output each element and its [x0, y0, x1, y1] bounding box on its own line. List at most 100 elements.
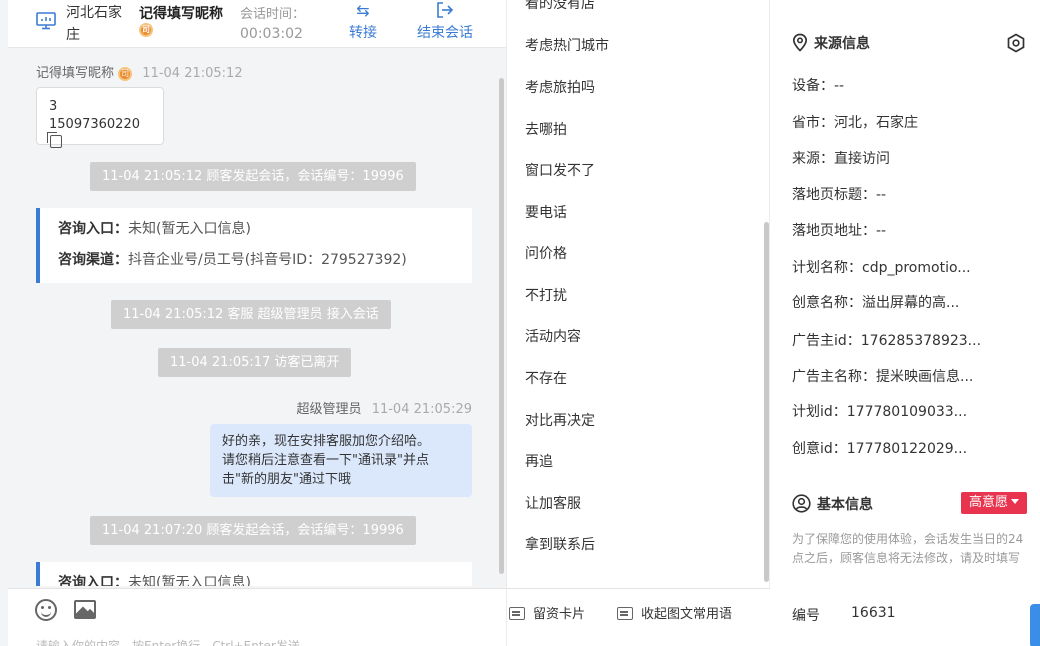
- message-text: 3: [49, 99, 58, 114]
- system-message: 11-04 21:05:12 顾客发起会话，会话编号：19996: [90, 162, 416, 191]
- quick-phrase-item[interactable]: 问价格: [525, 244, 567, 264]
- edit-hint: 为了保障您的使用体验，会话发生当日的24点之后，顾客信息将无法修改，请及时填写: [792, 532, 1024, 565]
- emoji-icon[interactable]: [35, 599, 57, 621]
- floating-side-tab[interactable]: [1030, 604, 1040, 646]
- location-pin-icon: [792, 33, 808, 52]
- consult-entry-row: 咨询入口：未知(暂无入口信息): [58, 214, 454, 245]
- quick-phrase-item[interactable]: 再追: [525, 452, 553, 472]
- monitor-icon: [36, 12, 56, 30]
- advertiser-name-field: 广告主名称：提米映画信息...: [792, 369, 974, 385]
- province-city-field: 省市：河北，石家庄: [792, 115, 918, 131]
- message-input[interactable]: 请输入你的内容，按Enter换行，Ctrl+Enter发送: [36, 637, 300, 646]
- quick-phrase-item[interactable]: 不打扰: [525, 286, 567, 306]
- card-icon: [509, 607, 525, 620]
- transfer-button[interactable]: ⇆ 转接: [344, 0, 382, 46]
- visitor-message-meta: 记得填写昵称 司 11-04 21:05:12: [36, 62, 243, 81]
- quick-phrase-panel: 看的没有店考虑热门城市 考虑旅拍吗去哪拍窗口发不了要电话问价格不打扰活动内容不存在…: [506, 0, 771, 646]
- message-scrollbar[interactable]: [499, 78, 504, 574]
- intent-level-dropdown[interactable]: 高意愿: [961, 492, 1027, 514]
- consult-info-card: 咨询入口：未知(暂无入口信息) 咨询渠道：抖音企业号/员工号(抖音号ID：279…: [36, 208, 472, 283]
- visitor-name: 记得填写昵称: [36, 66, 115, 81]
- quick-phrase-item[interactable]: 去哪拍: [525, 120, 567, 140]
- advertiser-id-field: 广告主id：176285378923...: [792, 333, 982, 349]
- transfer-icon: ⇆: [356, 1, 370, 20]
- quick-phrase-item[interactable]: 不存在: [525, 369, 567, 389]
- system-message: 11-04 21:05:12 客服 超级管理员 接入会话: [111, 300, 391, 329]
- collapse-phrases-label: 收起图文常用语: [641, 607, 733, 622]
- session-time: 00:03:02: [240, 26, 303, 42]
- system-message: 11-04 21:05:17 访客已离开: [158, 348, 352, 377]
- consult-channel-value: 抖音企业号/员工号(抖音号ID：279527392): [128, 252, 407, 268]
- chat-panel: 河北石家庄 记得填写昵称 司 会话时间： 00:03:02 ⇆ 转接 结束会话 …: [8, 0, 506, 646]
- source-field: 来源：直接访问: [792, 151, 890, 167]
- consult-channel-row: 咨询渠道：抖音企业号/员工号(抖音号ID：279527392): [58, 245, 454, 276]
- basic-info-title-text: 基本信息: [817, 497, 873, 513]
- chat-input-area: 请输入你的内容，按Enter换行，Ctrl+Enter发送: [8, 588, 506, 646]
- consult-entry-value: 未知(暂无入口信息): [128, 221, 251, 237]
- quick-phrase-item[interactable]: 对比再决定: [525, 411, 595, 431]
- lead-card-label: 留资卡片: [533, 607, 586, 622]
- copy-icon[interactable]: [47, 132, 62, 148]
- transfer-label: 转接: [349, 25, 377, 41]
- message-list[interactable]: 记得填写昵称 司 11-04 21:05:12 3 15097360220 11…: [8, 48, 506, 586]
- message-timestamp: 11-04 21:05:12: [142, 66, 243, 81]
- quick-phrase-item[interactable]: 窗口发不了: [525, 161, 595, 181]
- quick-phrase-item[interactable]: 考虑热门城市: [525, 36, 609, 56]
- visitor-nickname-text: 记得填写昵称: [139, 6, 223, 22]
- phrase-footer: 留资卡片 收起图文常用语: [507, 588, 771, 646]
- landing-title-field: 落地页标题：--: [792, 187, 887, 203]
- vip-badge-icon: 司: [139, 23, 153, 37]
- message-text: 15097360220: [47, 116, 151, 152]
- customer-info-panel: 来源信息 设备：-- 省市：河北，石家庄 来源：直接访问 落地页标题：-- 落地…: [770, 0, 1040, 646]
- caret-down-icon: [1011, 499, 1019, 504]
- vip-badge-icon: 司: [118, 66, 133, 81]
- creative-name-field: 创意名称：溢出屏幕的高...: [792, 295, 960, 311]
- consult-channel-key: 咨询渠道：: [58, 252, 128, 268]
- message-text: 好的亲，现在安排客服加您介绍哈。: [222, 434, 431, 449]
- source-info-title: 来源信息: [792, 33, 870, 53]
- quick-phrase-item[interactable]: 活动内容: [525, 327, 581, 347]
- system-message: 11-04 21:07:20 顾客发起会话，会话编号：19996: [90, 516, 416, 545]
- landing-url-field: 落地页地址：--: [792, 223, 887, 239]
- phone-number: 15097360220: [49, 117, 140, 132]
- source-info-title-text: 来源信息: [814, 36, 870, 52]
- quick-phrase-item[interactable]: 考虑旅拍吗: [525, 78, 595, 98]
- quick-phrase-item[interactable]: 拿到联系后: [525, 535, 595, 555]
- agent-name: 超级管理员: [296, 402, 362, 417]
- basic-info-title: 基本信息: [792, 494, 873, 514]
- end-session-button[interactable]: 结束会话: [412, 0, 478, 46]
- image-icon[interactable]: [74, 600, 96, 619]
- collapse-phrases-button[interactable]: 收起图文常用语: [617, 603, 732, 622]
- user-icon: [792, 494, 811, 513]
- consult-info-card: 咨询入口：未知(暂无入口信息): [36, 562, 472, 586]
- chat-header: 河北石家庄 记得填写昵称 司 会话时间： 00:03:02 ⇆ 转接 结束会话: [8, 0, 506, 48]
- agent-message-bubble: 好的亲，现在安排客服加您介绍哈。 请您稍后注意查看一下"通讯录"并点 击"新的朋…: [210, 424, 472, 497]
- consult-entry-key: 咨询入口：: [58, 575, 128, 586]
- agent-message-meta: 超级管理员 11-04 21:05:29: [297, 398, 472, 417]
- consult-entry-value: 未知(暂无入口信息): [128, 575, 251, 586]
- plan-id-field: 计划id：177780109033...: [792, 404, 968, 420]
- quick-phrase-item[interactable]: 让加客服: [525, 494, 581, 514]
- message-text: 请您稍后注意查看一下"通讯录"并点: [222, 453, 429, 468]
- exit-icon: [412, 0, 478, 22]
- message-timestamp: 11-04 21:05:29: [371, 402, 472, 417]
- message-icon: [617, 607, 633, 620]
- visitor-location: 河北石家庄: [66, 5, 122, 43]
- session-time-label: 会话时间：: [240, 7, 306, 22]
- consult-entry-row: 咨询入口：未知(暂无入口信息): [58, 568, 454, 586]
- lead-card-button[interactable]: 留资卡片: [509, 603, 585, 622]
- number-value: 16631: [851, 605, 896, 621]
- quick-phrase-item[interactable]: 看的没有店: [525, 0, 595, 14]
- quick-phrase-item[interactable]: 要电话: [525, 203, 567, 223]
- end-session-label: 结束会话: [417, 25, 473, 41]
- visitor-nickname[interactable]: 记得填写昵称 司: [139, 6, 223, 38]
- message-text: 击"新的朋友"通过下哦: [222, 472, 351, 487]
- device-field: 设备：--: [792, 78, 845, 94]
- plan-name-field: 计划名称：cdp_promotio...: [792, 260, 971, 276]
- consult-entry-key: 咨询入口：: [58, 221, 128, 237]
- phrase-scrollbar[interactable]: [764, 222, 769, 582]
- visitor-message-bubble: 3 15097360220: [36, 87, 164, 148]
- number-label: 编号: [792, 608, 820, 624]
- creative-id-field: 创意id：177780122029...: [792, 441, 968, 457]
- settings-icon[interactable]: [1006, 33, 1026, 53]
